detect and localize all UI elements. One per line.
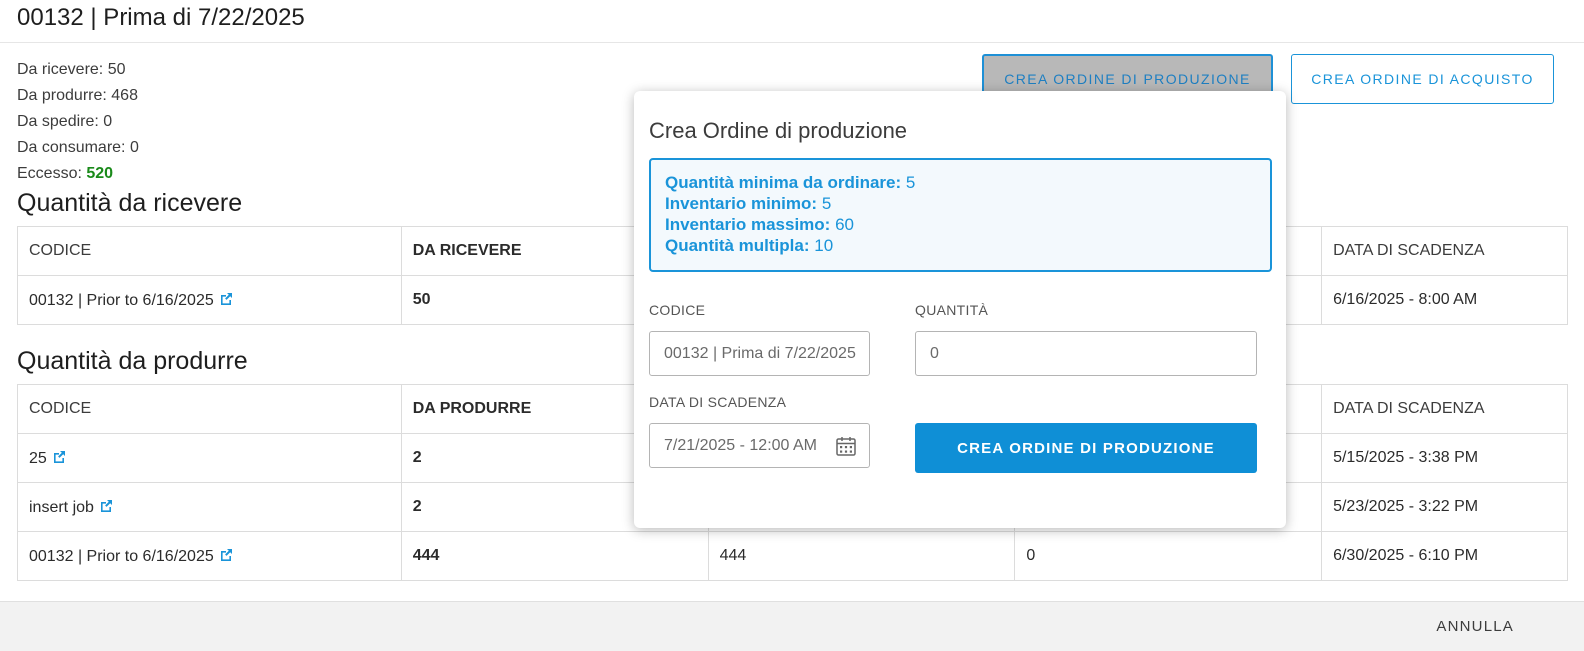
create-production-popover: Crea Ordine di produzione Quantità minim… — [634, 91, 1286, 528]
cell-code: 00132 | Prior to 6/16/2025 — [17, 275, 402, 325]
column-header-code: CODICE — [17, 226, 402, 276]
submit-production-order-button[interactable]: CREA ORDINE DI PRODUZIONE — [915, 423, 1257, 473]
external-link-icon[interactable] — [218, 547, 234, 563]
cell-code: insert job — [17, 482, 402, 532]
code-field-label: CODICE — [649, 302, 706, 318]
produce-section-title: Quantità da produrre — [17, 347, 248, 375]
min-order-qty: Quantità minima da ordinare: 5 — [665, 172, 1256, 193]
column-header-due-date: DATA DI SCADENZA — [1321, 226, 1568, 276]
calendar-icon[interactable] — [835, 435, 857, 457]
quantity-placeholder: 0 — [930, 344, 939, 362]
min-inventory-value: 5 — [821, 194, 832, 213]
excess-label: Eccesso: — [17, 165, 87, 182]
excess-value: 520 — [86, 165, 114, 182]
due-date-input[interactable]: 7/21/2025 - 12:00 AM — [649, 423, 870, 468]
cell-due-date: 6/16/2025 - 8:00 AM — [1321, 275, 1568, 325]
code-link[interactable]: 00132 | Prior to 6/16/2025 — [29, 292, 214, 309]
multiple-qty: Quantità multipla: 10 — [665, 235, 1256, 256]
min-inventory: Inventario minimo: 5 — [665, 193, 1256, 214]
create-purchase-order-button[interactable]: CREA ORDINE DI ACQUISTO — [1291, 54, 1554, 104]
summary-to-receive: Da ricevere: 50 — [17, 61, 126, 78]
due-date-value: 7/21/2025 - 12:00 AM — [664, 436, 817, 454]
cell: 444 — [707, 531, 1016, 581]
external-link-icon[interactable] — [98, 498, 114, 514]
cancel-button[interactable]: ANNULLA — [1436, 618, 1514, 635]
min-inventory-label: Inventario minimo: — [665, 194, 818, 213]
receive-section-title: Quantità da ricevere — [17, 189, 243, 217]
summary-to-consume: Da consumare: 0 — [17, 139, 139, 156]
min-order-label: Quantità minima da ordinare: — [665, 173, 902, 192]
page-title: 00132 | Prima di 7/22/2025 — [17, 4, 305, 31]
cell-code: 25 — [17, 433, 402, 483]
title-bar: 00132 | Prima di 7/22/2025 — [0, 0, 1584, 43]
code-field: 00132 | Prima di 7/22/2025 — [649, 331, 870, 376]
max-inventory: Inventario massimo: 60 — [665, 214, 1256, 235]
external-link-icon[interactable] — [218, 291, 234, 307]
quantity-input[interactable]: 0 — [915, 331, 1257, 376]
summary-to-ship: Da spedire: 0 — [17, 113, 113, 130]
summary-to-produce: Da produrre: 468 — [17, 87, 138, 104]
cell-due-date: 6/30/2025 - 6:10 PM — [1321, 531, 1568, 581]
external-link-icon[interactable] — [51, 449, 67, 465]
cell-due-date: 5/23/2025 - 3:22 PM — [1321, 482, 1568, 532]
max-inventory-value: 60 — [835, 215, 854, 234]
quantity-field-label: QUANTITÀ — [915, 302, 989, 318]
cell-code: 00132 | Prior to 6/16/2025 — [17, 531, 402, 581]
table-row: 00132 | Prior to 6/16/2025 444 444 0 6/3… — [17, 531, 1568, 581]
cell-qty: 444 — [400, 531, 709, 581]
column-header-due-date: DATA DI SCADENZA — [1321, 384, 1568, 434]
cell-due-date: 5/15/2025 - 3:38 PM — [1321, 433, 1568, 483]
footer-bar: ANNULLA — [0, 601, 1584, 651]
multiple-qty-label: Quantità multipla: — [665, 236, 810, 255]
due-date-field-label: DATA DI SCADENZA — [649, 394, 787, 410]
code-link[interactable]: 25 — [29, 450, 47, 467]
column-header-code: CODICE — [17, 384, 402, 434]
summary-panel: Da ricevere: 50 Da produrre: 468 Da sped… — [17, 57, 139, 187]
code-link[interactable]: insert job — [29, 499, 94, 516]
min-order-value: 5 — [905, 173, 916, 192]
order-rules-info: Quantità minima da ordinare: 5 Inventari… — [649, 158, 1272, 272]
cell: 0 — [1014, 531, 1323, 581]
multiple-qty-value: 10 — [814, 236, 834, 255]
code-link[interactable]: 00132 | Prior to 6/16/2025 — [29, 548, 214, 565]
summary-excess: Eccesso: 520 — [17, 161, 139, 187]
popover-title: Crea Ordine di produzione — [649, 118, 908, 143]
max-inventory-label: Inventario massimo: — [665, 215, 831, 234]
code-field-value: 00132 | Prima di 7/22/2025 — [664, 344, 856, 362]
